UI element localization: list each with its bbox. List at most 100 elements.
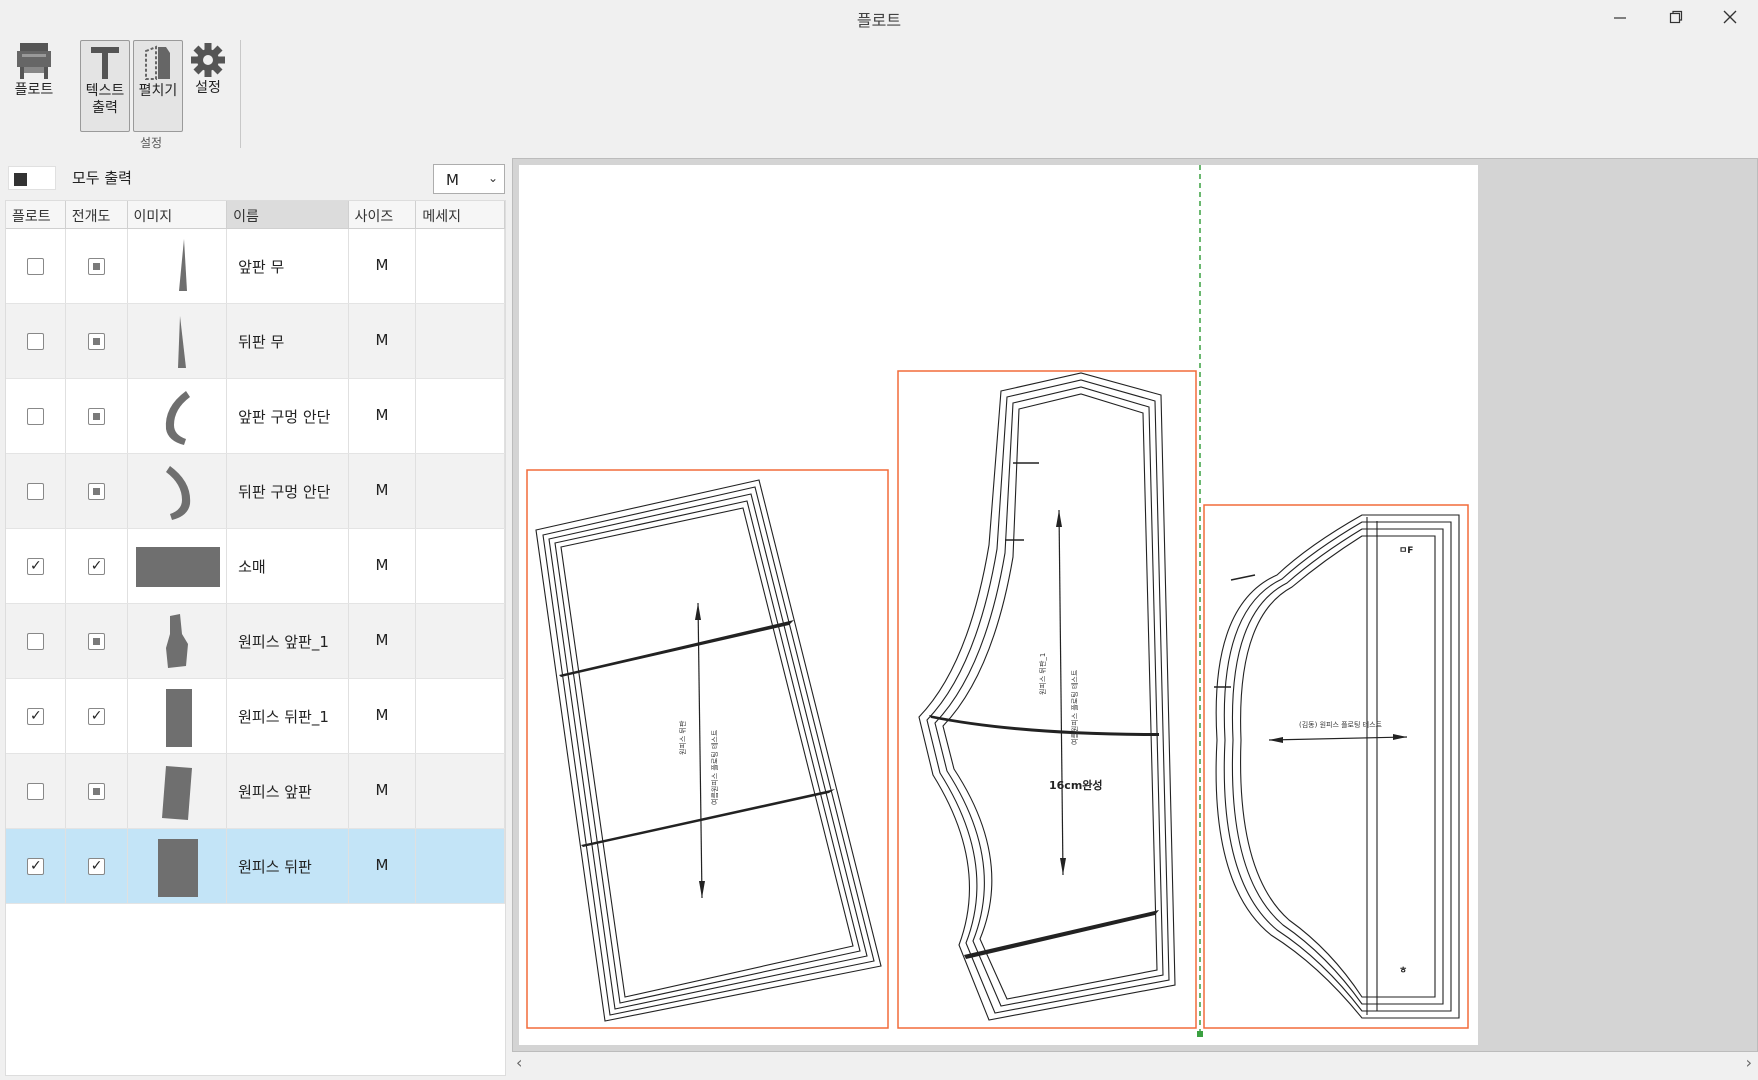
plot-checkbox[interactable]: ✓ xyxy=(27,708,45,725)
waist-line xyxy=(929,715,1159,736)
plot-cell xyxy=(6,454,66,528)
table-row[interactable]: ✓ ✓ 원피스 뒤판_1 M xyxy=(6,679,505,754)
piece-bounding-box xyxy=(897,370,1197,1029)
column-header-size[interactable]: 사이즈 xyxy=(349,201,417,228)
piece-mark-bottom: ㅎ xyxy=(1399,966,1407,976)
piece-name: 앞판 무 xyxy=(227,229,349,303)
table-row[interactable]: 앞판 구멍 안단 M xyxy=(6,379,505,454)
piece-name: 원피스 뒤판_1 xyxy=(227,679,349,753)
plot-checkbox[interactable] xyxy=(27,408,45,425)
unfold-button[interactable]: 펼치기 xyxy=(133,40,183,132)
settings-button[interactable]: 설정 xyxy=(185,40,231,97)
column-header-message[interactable]: 메세지 xyxy=(416,201,505,228)
column-header-name[interactable]: 이름 xyxy=(227,201,349,228)
restore-icon xyxy=(1669,10,1683,24)
piece-thumbnail xyxy=(165,614,188,668)
plot-checkbox[interactable] xyxy=(27,483,45,500)
column-header-image[interactable]: 이미지 xyxy=(128,201,228,228)
piece-size: M xyxy=(349,454,417,528)
unfold-checkbox[interactable]: ✓ xyxy=(88,558,106,575)
piece-thumbnail xyxy=(165,466,190,520)
piece-thumbnail xyxy=(177,316,186,368)
image-cell xyxy=(128,604,228,678)
plot-checkbox[interactable] xyxy=(27,258,45,275)
piece-text: 여름원피스 플로팅 테스트 xyxy=(1070,669,1079,745)
piece-thumbnail xyxy=(135,547,220,587)
text-output-button[interactable]: 텍스트 출력 xyxy=(80,40,130,132)
horizontal-scrollbar[interactable]: ‹ › xyxy=(512,1052,1758,1074)
unfold-checkbox[interactable]: ✓ xyxy=(88,708,106,725)
piece-name: 뒤판 구멍 안단 xyxy=(227,454,349,528)
unfold-checkbox[interactable] xyxy=(88,783,106,800)
image-cell xyxy=(128,304,228,378)
settings-group-label: 설정 xyxy=(140,136,163,150)
plot-checkbox[interactable] xyxy=(27,783,45,800)
piece-message xyxy=(416,679,505,753)
close-button[interactable] xyxy=(1702,0,1758,34)
column-header-plot[interactable]: 플로트 xyxy=(6,201,66,228)
table-row[interactable]: 원피스 앞판 M xyxy=(6,754,505,829)
notch-line xyxy=(964,910,1159,959)
piece-text: 원피스 뒤판_1 xyxy=(1038,653,1047,695)
size-dropdown[interactable]: M ⌄ xyxy=(433,164,505,194)
unfold-cell: ✓ xyxy=(66,679,128,753)
piece-thumbnail xyxy=(178,239,187,291)
plot-checkbox[interactable] xyxy=(27,633,45,650)
piece-message xyxy=(416,529,505,603)
piece-message xyxy=(416,604,505,678)
column-header-unfold[interactable]: 전개도 xyxy=(66,201,128,228)
print-all-checkbox[interactable] xyxy=(8,166,56,190)
unfold-checkbox[interactable] xyxy=(88,633,106,650)
unfold-cell: ✓ xyxy=(66,829,128,903)
piece-size: M xyxy=(349,229,417,303)
plot-button[interactable]: 플로트 xyxy=(8,40,60,99)
piece-text: 여름원피스 플로팅 테스트 xyxy=(710,729,719,805)
image-cell xyxy=(128,679,228,753)
table-row[interactable]: 원피스 앞판_1 M xyxy=(6,604,505,679)
text-output-label-2: 출력 xyxy=(92,100,118,116)
piece-message xyxy=(416,454,505,528)
piece-name: 소매 xyxy=(227,529,349,603)
minimize-button[interactable] xyxy=(1592,0,1648,34)
unfold-checkbox[interactable]: ✓ xyxy=(88,858,106,875)
plot-paper[interactable]: 원피스 뒤판 여름원피스 플로팅 테스트 16cm완성 원피스 뒤판_1 여름원… xyxy=(519,165,1478,1045)
unfold-icon xyxy=(145,45,170,80)
piece-message xyxy=(416,754,505,828)
pattern-piece-2 xyxy=(918,372,1176,1021)
piece-center-label: 16cm완성 xyxy=(1049,778,1103,792)
piece-name: 원피스 뒤판 xyxy=(227,829,349,903)
guide-handle xyxy=(1197,1031,1203,1037)
table-row[interactable]: ✓ ✓ 소매 M xyxy=(6,529,505,604)
scroll-right-icon[interactable]: › xyxy=(1746,1053,1752,1072)
table-row[interactable]: 앞판 무M xyxy=(6,229,505,304)
image-cell xyxy=(128,829,228,903)
plot-checkbox[interactable] xyxy=(27,333,45,350)
piece-message xyxy=(416,829,505,903)
plot-cell: ✓ xyxy=(6,529,66,603)
piece-mark-top: ㅁF xyxy=(1399,546,1413,556)
unfold-checkbox[interactable] xyxy=(88,258,106,275)
plot-checkbox[interactable]: ✓ xyxy=(27,858,45,875)
plot-cell xyxy=(6,304,66,378)
unfold-checkbox[interactable] xyxy=(88,408,106,425)
piece-message xyxy=(416,379,505,453)
piece-text: (김동) 원피스 플로팅 테스트 xyxy=(1299,720,1383,729)
image-cell xyxy=(128,529,228,603)
plot-label: 플로트 xyxy=(14,82,54,98)
table-row[interactable]: 뒤판 무M xyxy=(6,304,505,379)
restore-button[interactable] xyxy=(1648,0,1704,34)
window-title: 플로트 xyxy=(856,11,902,30)
unfold-checkbox[interactable] xyxy=(88,483,106,500)
scroll-left-icon[interactable]: ‹ xyxy=(516,1053,522,1072)
print-all-label: 모두 출력 xyxy=(72,169,132,187)
table-row[interactable]: 뒤판 구멍 안단 M xyxy=(6,454,505,529)
piece-list-panel: 모두 출력 M ⌄ 플로트 전개도 이미지 이름 사이즈 메세지 앞판 무 M 뒤판… xyxy=(0,158,510,1080)
settings-label: 설정 xyxy=(195,80,221,96)
pattern-layout: 원피스 뒤판 여름원피스 플로팅 테스트 16cm완성 원피스 뒤판_1 여름원… xyxy=(526,165,1469,1037)
plot-checkbox[interactable]: ✓ xyxy=(27,558,45,575)
piece-bounding-box xyxy=(526,469,889,1029)
unfold-checkbox[interactable] xyxy=(88,333,106,350)
text-output-label-1: 텍스트 xyxy=(85,83,125,99)
unfold-cell: ✓ xyxy=(66,529,128,603)
table-row[interactable]: ✓ ✓ 원피스 뒤판 M xyxy=(6,829,505,904)
